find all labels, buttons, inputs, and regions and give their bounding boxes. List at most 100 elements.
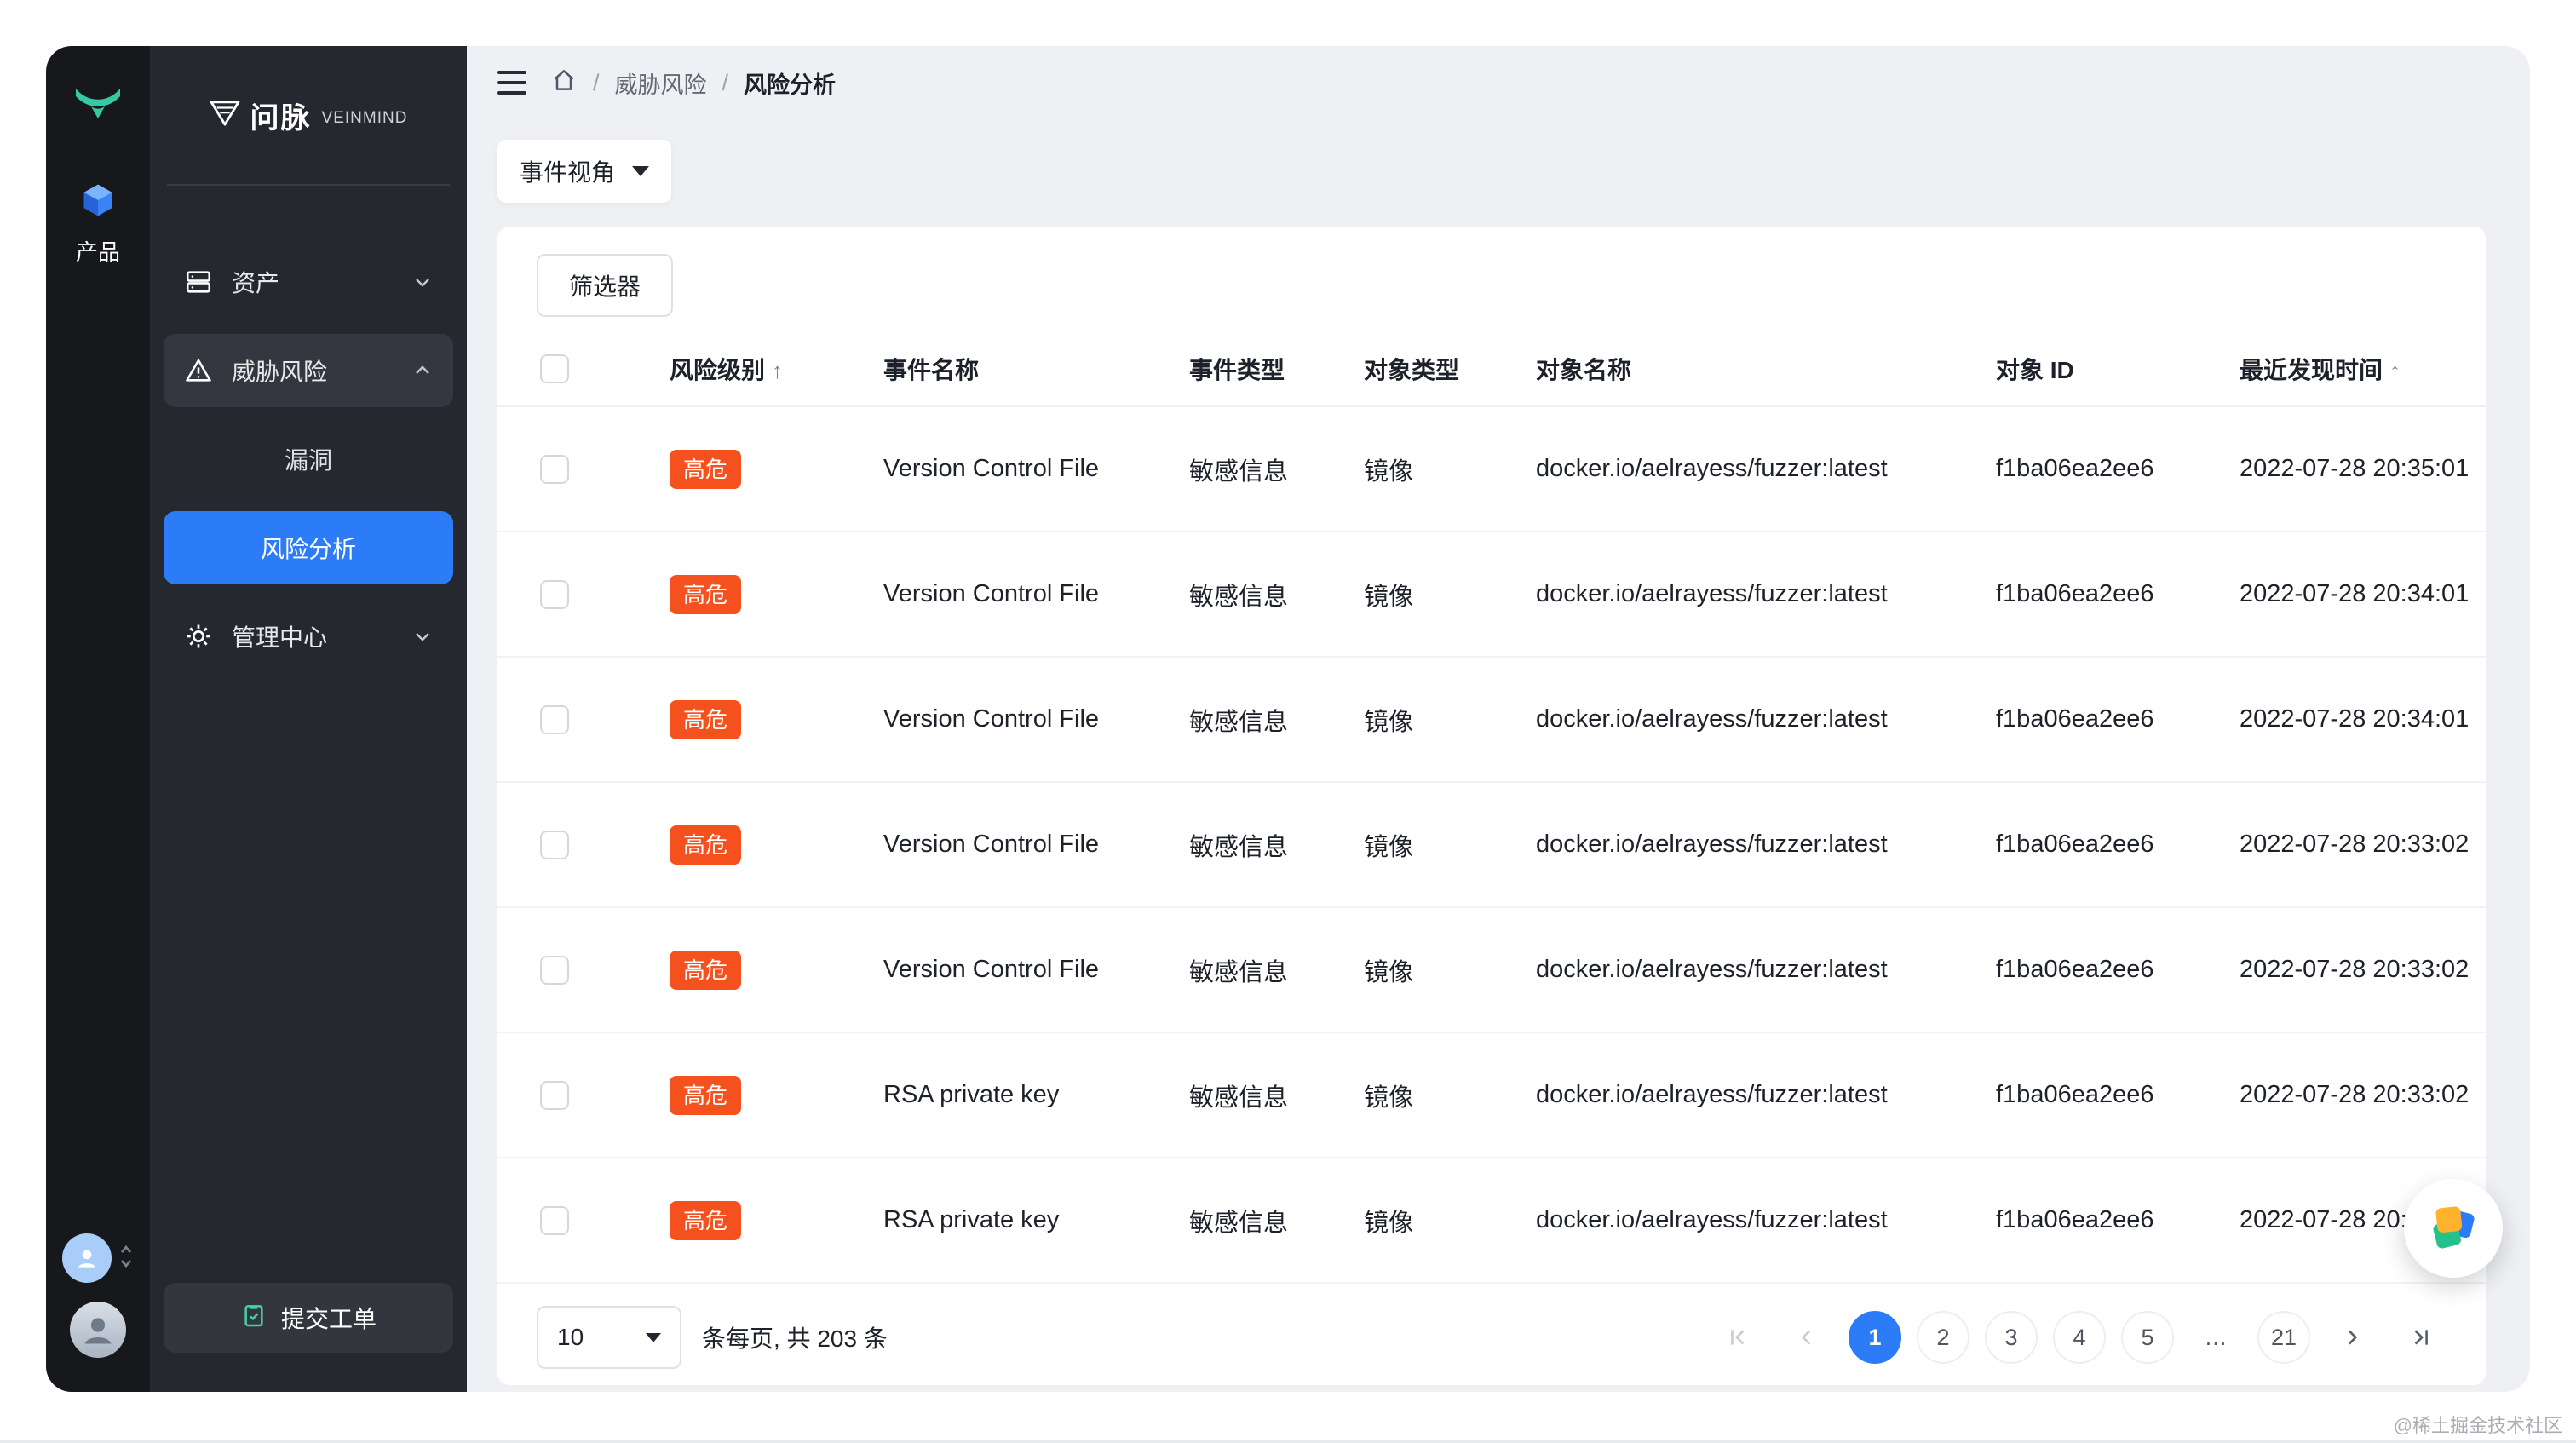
row-checkbox[interactable] — [540, 955, 569, 985]
sort-asc-icon[interactable]: ↑ — [2389, 358, 2401, 383]
event-type-cell: 敏感信息 — [1189, 457, 1289, 486]
sidebar-item-vulnerabilities[interactable]: 漏洞 — [164, 423, 453, 496]
found-time-cell: 2022-07-28 20:34:01 — [2240, 580, 2470, 607]
event-name-cell: Version Control File — [883, 455, 1100, 482]
account-switcher[interactable] — [62, 1233, 134, 1283]
sidebar-item-assets[interactable]: 资产 — [164, 245, 453, 319]
main-content: / 威胁风险 / 风险分析 事件视角 筛选器 风险级别 ↑ 事件名称 事件类型 对… — [467, 46, 2530, 1392]
page-button-21[interactable]: 21 — [2257, 1311, 2310, 1364]
object-id-cell: f1ba06ea2ee6 — [1996, 455, 2154, 482]
found-time-cell: 2022-07-28 20:33:02 — [2240, 831, 2470, 858]
risk-level-badge: 高危 — [670, 1075, 742, 1115]
chevron-down-icon — [632, 166, 649, 176]
column-found-time[interactable]: 最近发现时间 ↑ — [2240, 352, 2486, 386]
column-risk-level[interactable]: 风险级别 ↑ — [670, 352, 883, 386]
last-page-button[interactable] — [2394, 1311, 2447, 1364]
app-window: 产品 问脉 VEINMIND 资产 威胁风险 漏洞 风险分析 管理中心 提交工单… — [46, 46, 2530, 1392]
object-id-cell: f1ba06ea2ee6 — [1996, 956, 2154, 983]
event-name-cell: RSA private key — [883, 1081, 1060, 1108]
first-page-button[interactable] — [1712, 1311, 1765, 1364]
user-avatar-icon — [62, 1233, 112, 1283]
event-name-cell: Version Control File — [883, 831, 1100, 858]
event-type-cell: 敏感信息 — [1189, 1084, 1289, 1112]
table-row[interactable]: 高危 Version Control File 敏感信息 镜像 docker.i… — [497, 407, 2486, 532]
event-name-cell: Version Control File — [883, 705, 1100, 733]
sidebar-item-admin-center[interactable]: 管理中心 — [164, 600, 453, 673]
object-name-cell: docker.io/aelrayess/fuzzer:latest — [1536, 455, 1888, 482]
row-checkbox[interactable] — [540, 1080, 569, 1110]
filter-button-label: 筛选器 — [569, 273, 641, 300]
table-row[interactable]: 高危 Version Control File 敏感信息 镜像 docker.i… — [497, 908, 2486, 1033]
risk-level-cell: 高危 — [670, 449, 883, 489]
product-cube-icon — [79, 181, 117, 225]
object-name-cell: docker.io/aelrayess/fuzzer:latest — [1536, 831, 1888, 858]
left-rail: 产品 — [46, 46, 150, 1392]
home-icon[interactable] — [550, 66, 578, 100]
risk-level-badge: 高危 — [670, 825, 742, 865]
filter-button[interactable]: 筛选器 — [537, 254, 674, 317]
row-checkbox[interactable] — [540, 1205, 569, 1235]
risk-level-cell: 高危 — [670, 825, 883, 865]
prev-page-button[interactable] — [1780, 1311, 1833, 1364]
object-type-cell: 镜像 — [1364, 833, 1414, 861]
page-size-value: 10 — [557, 1324, 584, 1350]
feedback-fab-button[interactable] — [2404, 1179, 2503, 1278]
row-checkbox[interactable] — [540, 579, 569, 609]
submit-ticket-button[interactable]: 提交工单 — [164, 1283, 453, 1353]
breadcrumb-separator: / — [593, 69, 600, 95]
risk-level-badge: 高危 — [670, 699, 742, 739]
breadcrumb-parent[interactable]: 威胁风险 — [615, 66, 707, 100]
page-button-4[interactable]: 4 — [2053, 1311, 2106, 1364]
sidebar-item-label: 威胁风险 — [232, 359, 328, 385]
object-type-cell: 镜像 — [1364, 1209, 1414, 1237]
table-row[interactable]: 高危 Version Control File 敏感信息 镜像 docker.i… — [497, 658, 2486, 783]
risk-level-cell: 高危 — [670, 574, 883, 614]
page-size-select[interactable]: 10 — [537, 1306, 681, 1369]
pagination-pages: 1 2 3 4 5 … 21 — [1712, 1311, 2447, 1364]
brand: 问脉 VEINMIND — [164, 46, 453, 184]
table-row[interactable]: 高危 Version Control File 敏感信息 镜像 docker.i… — [497, 532, 2486, 658]
page-button-2[interactable]: 2 — [1917, 1311, 1969, 1364]
risk-level-cell: 高危 — [670, 699, 883, 739]
risk-level-cell: 高危 — [670, 1075, 883, 1115]
rail-item-products[interactable]: 产品 — [76, 181, 120, 267]
page-button-5[interactable]: 5 — [2121, 1311, 2174, 1364]
object-name-cell: docker.io/aelrayess/fuzzer:latest — [1536, 956, 1888, 983]
watermark-text: @稀土掘金技术社区 — [2393, 1415, 2562, 1436]
sidebar-item-risk-analysis[interactable]: 风险分析 — [164, 511, 453, 584]
table-row[interactable]: 高危 RSA private key 敏感信息 镜像 docker.io/ael… — [497, 1158, 2486, 1284]
event-type-cell: 敏感信息 — [1189, 1209, 1289, 1237]
collapse-menu-icon[interactable] — [497, 67, 526, 98]
select-all-checkbox[interactable] — [540, 354, 569, 383]
pagination-bar: 10 条每页, 共 203 条 1 2 3 4 5 … 21 — [497, 1290, 2486, 1385]
risk-level-cell: 高危 — [670, 1200, 883, 1240]
chevron-up-icon — [412, 360, 433, 381]
brand-name-en: VEINMIND — [321, 109, 408, 127]
sort-asc-icon[interactable]: ↑ — [772, 358, 783, 383]
page-button-1[interactable]: 1 — [1849, 1311, 1901, 1364]
row-checkbox[interactable] — [540, 454, 569, 484]
object-id-cell: f1ba06ea2ee6 — [1996, 580, 2154, 607]
sidebar: 问脉 VEINMIND 资产 威胁风险 漏洞 风险分析 管理中心 提交工单 — [150, 46, 467, 1392]
sidebar-item-label: 管理中心 — [232, 624, 328, 651]
breadcrumb-current: 风险分析 — [744, 72, 837, 98]
event-type-cell: 敏感信息 — [1189, 833, 1289, 861]
object-id-cell: f1ba06ea2ee6 — [1996, 705, 2154, 733]
table-row[interactable]: 高危 RSA private key 敏感信息 镜像 docker.io/ael… — [497, 1033, 2486, 1158]
veinmind-wordmark-icon — [210, 100, 240, 130]
found-time-cell: 2022-07-28 20:33:02 — [2240, 956, 2470, 983]
table-row[interactable]: 高危 Version Control File 敏感信息 镜像 docker.i… — [497, 783, 2486, 908]
sidebar-menu: 资产 威胁风险 漏洞 风险分析 管理中心 — [164, 245, 453, 688]
sidebar-item-label: 资产 — [232, 270, 280, 296]
next-page-button[interactable] — [2326, 1311, 2378, 1364]
view-mode-select[interactable]: 事件视角 — [497, 140, 671, 203]
row-checkbox[interactable] — [540, 704, 569, 734]
sidebar-item-threat-risk[interactable]: 威胁风险 — [164, 334, 453, 407]
server-icon — [184, 267, 213, 296]
event-name-cell: Version Control File — [883, 580, 1100, 607]
risk-level-badge: 高危 — [670, 574, 742, 614]
profile-avatar[interactable] — [70, 1302, 126, 1358]
page-button-3[interactable]: 3 — [1985, 1311, 2038, 1364]
object-type-cell: 镜像 — [1364, 958, 1414, 986]
row-checkbox[interactable] — [540, 830, 569, 859]
